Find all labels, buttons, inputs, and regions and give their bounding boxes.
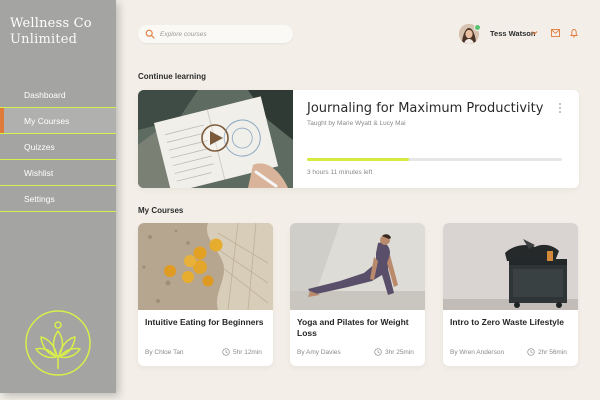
course-author: By Wren Anderson bbox=[450, 349, 505, 356]
sidebar: Wellness Co Unlimited Dashboard My Cours… bbox=[0, 0, 116, 393]
brand-name-line2: Unlimited bbox=[10, 32, 78, 47]
lotus-icon bbox=[25, 310, 91, 376]
sidebar-item-label: My Courses bbox=[24, 116, 70, 126]
course-thumbnail[interactable] bbox=[138, 223, 273, 310]
course-progress-fill bbox=[307, 158, 409, 161]
course-duration: 2hr 56min bbox=[538, 349, 567, 356]
clock-icon bbox=[374, 348, 382, 356]
course-thumbnail[interactable] bbox=[138, 90, 293, 188]
search-bar[interactable] bbox=[138, 25, 293, 43]
mail-icon[interactable] bbox=[551, 29, 560, 37]
course-duration: 5hr 12min bbox=[233, 349, 262, 356]
search-input[interactable] bbox=[160, 25, 288, 43]
course-thumbnail[interactable] bbox=[443, 223, 578, 310]
sidebar-nav: Dashboard My Courses Quizzes Wishlist Se… bbox=[0, 82, 116, 212]
course-card[interactable]: Yoga and Pilates for Weight Loss By Amy … bbox=[290, 223, 425, 366]
course-card[interactable]: Intuitive Eating for Beginners By Chloe … bbox=[138, 223, 273, 366]
continue-course-title[interactable]: Journaling for Maximum Productivity bbox=[307, 101, 543, 116]
course-author: By Chloe Tan bbox=[145, 349, 184, 356]
sidebar-item-wishlist[interactable]: Wishlist bbox=[0, 160, 116, 186]
continue-course-card[interactable]: Journaling for Maximum Productivity Taug… bbox=[138, 90, 579, 188]
sidebar-item-label: Settings bbox=[24, 194, 55, 204]
bell-icon[interactable] bbox=[570, 28, 578, 38]
time-left: 3 hours 11 minutes left bbox=[307, 169, 373, 176]
search-icon[interactable] bbox=[145, 29, 155, 39]
sidebar-item-quizzes[interactable]: Quizzes bbox=[0, 134, 116, 160]
course-card[interactable]: Intro to Zero Waste Lifestyle By Wren An… bbox=[443, 223, 578, 366]
continue-learning-heading: Continue learning bbox=[138, 72, 206, 81]
course-progress-bar bbox=[307, 158, 562, 161]
sidebar-item-label: Quizzes bbox=[24, 142, 55, 152]
sidebar-item-label: Wishlist bbox=[24, 168, 54, 178]
my-courses-heading: My Courses bbox=[138, 206, 184, 215]
course-author: By Amy Davies bbox=[297, 349, 341, 356]
course-title[interactable]: Intuitive Eating for Beginners bbox=[145, 317, 265, 328]
brand-logo[interactable]: Wellness Co Unlimited bbox=[10, 16, 92, 48]
continue-course-authors: Taught by Marie Wyatt & Lucy Mai bbox=[307, 120, 406, 127]
clock-icon bbox=[222, 348, 230, 356]
course-title[interactable]: Yoga and Pilates for Weight Loss bbox=[297, 317, 417, 339]
online-status-indicator bbox=[474, 24, 481, 31]
clock-icon bbox=[527, 348, 535, 356]
course-title[interactable]: Intro to Zero Waste Lifestyle bbox=[450, 317, 570, 328]
chevron-down-icon[interactable] bbox=[531, 30, 538, 36]
more-options-icon[interactable] bbox=[557, 102, 563, 114]
sidebar-item-my-courses[interactable]: My Courses bbox=[0, 108, 116, 134]
sidebar-item-settings[interactable]: Settings bbox=[0, 186, 116, 212]
course-thumbnail[interactable] bbox=[290, 223, 425, 310]
sidebar-item-dashboard[interactable]: Dashboard bbox=[0, 82, 116, 108]
brand-name-line1: Wellness Co bbox=[10, 16, 92, 31]
course-duration: 3hr 25min bbox=[385, 349, 414, 356]
user-name[interactable]: Tess Watson bbox=[490, 29, 535, 38]
sidebar-item-label: Dashboard bbox=[24, 90, 66, 100]
